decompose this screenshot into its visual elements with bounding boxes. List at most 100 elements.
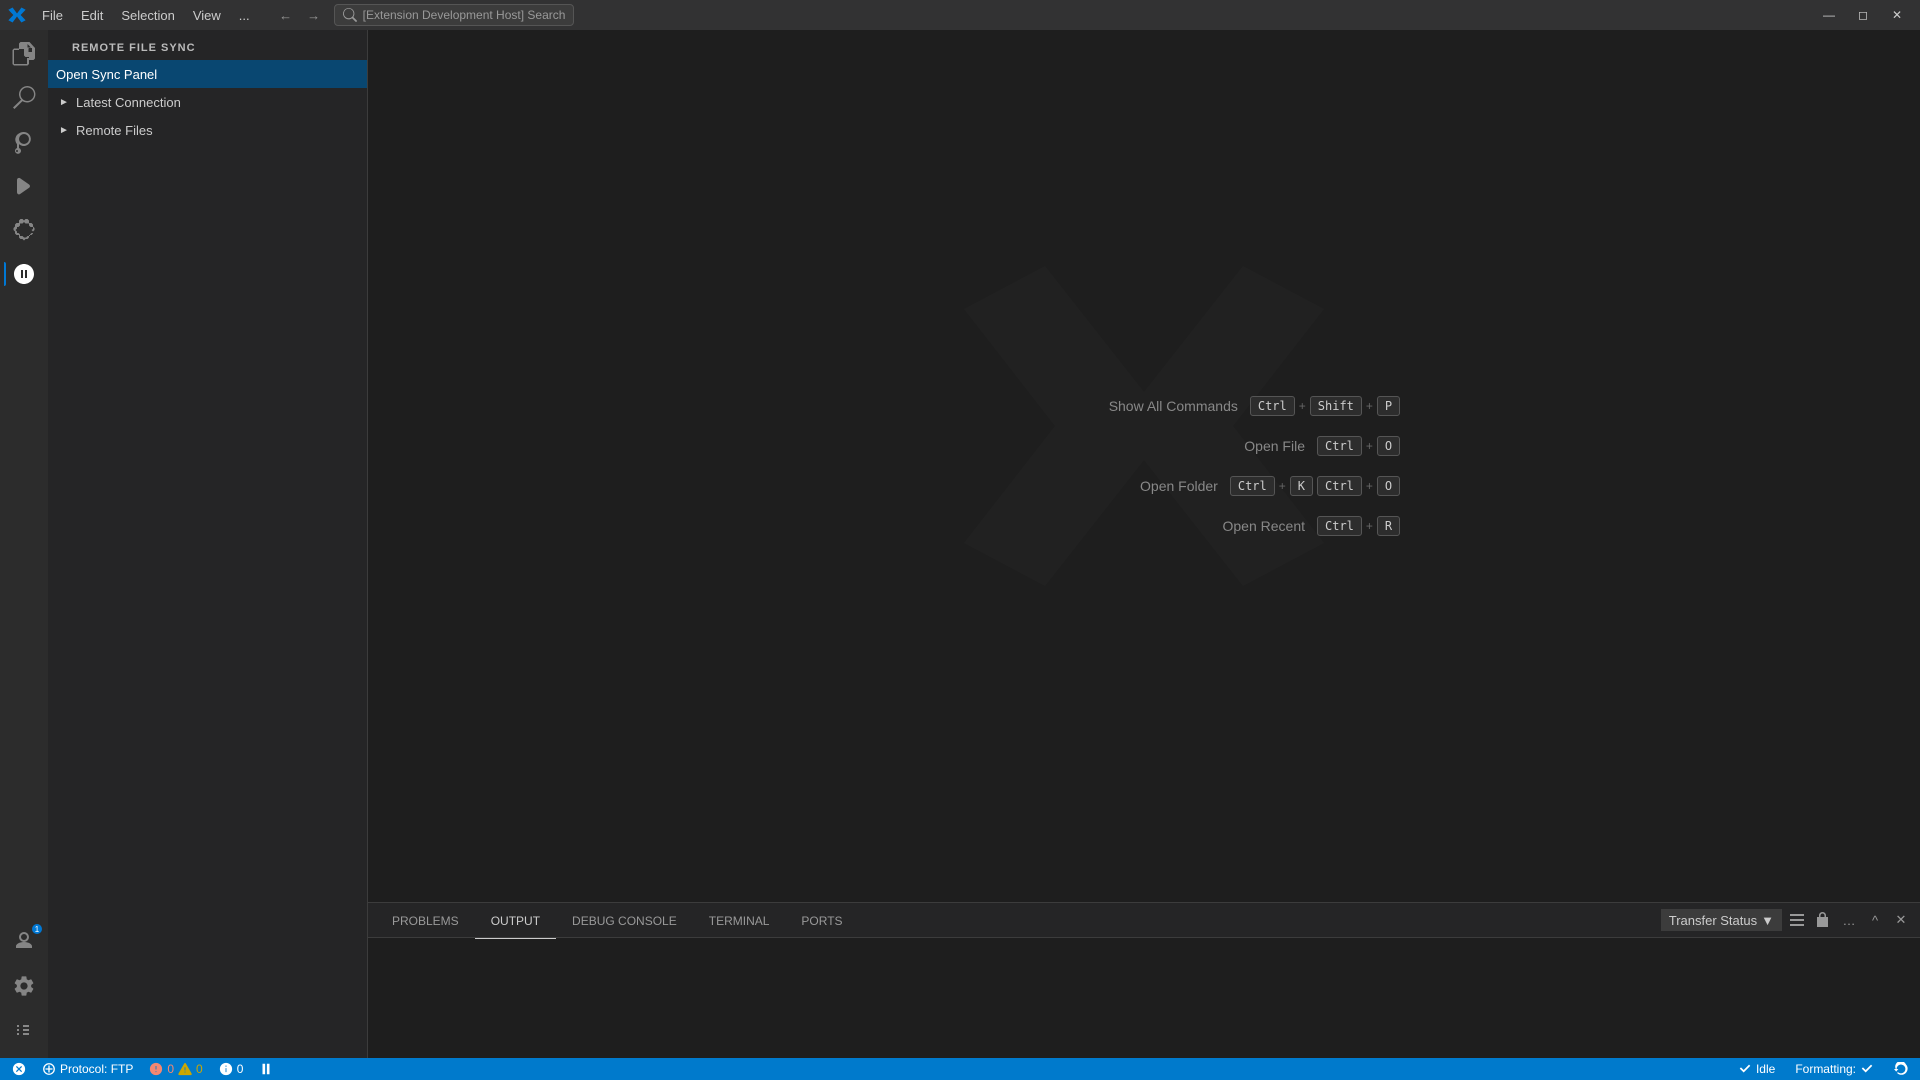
kbd-p: P: [1377, 396, 1400, 416]
kbd-k: K: [1290, 476, 1313, 496]
activity-account[interactable]: 1: [4, 922, 44, 962]
ftp-icon: [42, 1062, 56, 1076]
activity-port-forward[interactable]: [4, 1010, 44, 1050]
status-info[interactable]: 0: [215, 1058, 248, 1080]
sidebar-item-remote-files[interactable]: ► Remote Files: [48, 116, 367, 144]
files-icon: [12, 42, 36, 66]
window-controls: — ◻ ✕: [1814, 0, 1912, 30]
kbd-ctrl-1: Ctrl: [1250, 396, 1295, 416]
chevron-right-icon-2: ►: [56, 122, 72, 138]
panel-tab-ports[interactable]: PORTS: [785, 904, 858, 939]
shortcut-label-open-folder: Open Folder: [1088, 478, 1218, 494]
status-idle-label: Idle: [1756, 1062, 1775, 1076]
remote-sync-icon: [12, 262, 36, 286]
shortcut-keys-open-folder: Ctrl + K Ctrl + O: [1230, 476, 1400, 496]
kbd-o: O: [1377, 436, 1400, 456]
sidebar-item-open-sync-panel[interactable]: Open Sync Panel: [48, 60, 367, 88]
activity-source-control[interactable]: [4, 122, 44, 162]
activity-remote-sync[interactable]: [4, 254, 44, 294]
status-formatting-label: Formatting:: [1795, 1062, 1856, 1076]
shortcut-label-show-commands: Show All Commands: [1108, 398, 1238, 414]
search-icon: [343, 8, 357, 22]
panel-lock-btn[interactable]: [1812, 909, 1834, 931]
sidebar-item-latest-connection[interactable]: ► Latest Connection: [48, 88, 367, 116]
panel-area: PROBLEMS OUTPUT DEBUG CONSOLE TERMINAL P…: [368, 902, 1920, 1058]
status-x-icon-item[interactable]: [8, 1058, 30, 1080]
account-badge: 1: [32, 924, 42, 934]
main-layout: 1 REMOTE FILE SYNC Open Sync Panel ► Lat…: [0, 30, 1920, 1058]
shortcut-keys-open-file: Ctrl + O: [1317, 436, 1400, 456]
kbd-ctrl-4: Ctrl: [1317, 476, 1362, 496]
panel-list-view-btn[interactable]: [1786, 909, 1808, 931]
kbd-ctrl-3: Ctrl: [1230, 476, 1275, 496]
status-bar-right: Idle Formatting:: [1734, 1058, 1912, 1080]
status-protocol-label: Protocol: FTP: [60, 1062, 133, 1076]
sidebar-label-open-sync: Open Sync Panel: [56, 67, 359, 82]
panel-maximize-btn[interactable]: ^: [1864, 909, 1886, 931]
minimize-button[interactable]: —: [1814, 0, 1844, 30]
welcome-shortcuts: Show All Commands Ctrl + Shift + P Open …: [1088, 396, 1400, 536]
menu-file[interactable]: File: [34, 6, 71, 25]
error-count-icon: [149, 1062, 163, 1076]
editor-area: Show All Commands Ctrl + Shift + P Open …: [368, 30, 1920, 902]
activity-bar: 1: [0, 30, 48, 1058]
info-count-icon: [219, 1062, 233, 1076]
maximize-button[interactable]: ◻: [1848, 0, 1878, 30]
status-bar: Protocol: FTP 0 0 0: [0, 1058, 1920, 1080]
transfer-status-dropdown[interactable]: Transfer Status ▼: [1661, 909, 1782, 931]
shortcut-row-open-folder: Open Folder Ctrl + K Ctrl + O: [1088, 476, 1400, 496]
nav-forward[interactable]: →: [302, 3, 326, 27]
shortcut-row-open-file: Open File Ctrl + O: [1175, 436, 1400, 456]
menu-view[interactable]: View: [185, 6, 229, 25]
chevron-down-icon: ▼: [1761, 913, 1774, 928]
pause-button[interactable]: [255, 1062, 277, 1076]
kbd-o2: O: [1377, 476, 1400, 496]
warning-count: 0: [196, 1062, 203, 1076]
transfer-status-label: Transfer Status: [1669, 913, 1757, 928]
source-control-icon: [12, 130, 36, 154]
panel-tab-problems[interactable]: PROBLEMS: [376, 904, 475, 939]
shortcut-label-open-recent: Open Recent: [1175, 518, 1305, 534]
status-protocol-ftp[interactable]: Protocol: FTP: [38, 1058, 137, 1080]
search-bar[interactable]: [Extension Development Host] Search: [334, 4, 575, 26]
activity-explorer[interactable]: [4, 34, 44, 74]
run-icon: [12, 174, 36, 198]
search-icon: [12, 86, 36, 110]
status-idle[interactable]: Idle: [1734, 1058, 1779, 1080]
nav-back[interactable]: ←: [274, 3, 298, 27]
nav-buttons: ← →: [274, 3, 326, 27]
shortcut-row-open-recent: Open Recent Ctrl + R: [1175, 516, 1400, 536]
activity-bar-bottom: 1: [4, 922, 44, 1058]
info-count: 0: [237, 1062, 244, 1076]
close-button[interactable]: ✕: [1882, 0, 1912, 30]
sidebar-label-latest-connection: Latest Connection: [76, 95, 359, 110]
warning-count-icon: [178, 1062, 192, 1076]
panel-more-actions-btn[interactable]: …: [1838, 909, 1860, 931]
panel-tab-debug-console[interactable]: DEBUG CONSOLE: [556, 904, 693, 939]
panel-content: [368, 938, 1920, 1058]
pause-icon: [259, 1062, 273, 1076]
panel-tab-terminal[interactable]: TERMINAL: [693, 904, 786, 939]
status-formatting[interactable]: Formatting:: [1791, 1058, 1878, 1080]
menu-selection[interactable]: Selection: [113, 6, 182, 25]
menu-bar: File Edit Selection View ...: [34, 6, 258, 25]
panel-close-btn[interactable]: ✕: [1890, 909, 1912, 931]
status-errors[interactable]: 0 0: [145, 1058, 206, 1080]
chevron-right-icon: ►: [56, 94, 72, 110]
editor-panel-container: Show All Commands Ctrl + Shift + P Open …: [368, 30, 1920, 1058]
activity-extensions[interactable]: [4, 210, 44, 250]
menu-edit[interactable]: Edit: [73, 6, 111, 25]
menu-more[interactable]: ...: [231, 6, 258, 25]
activity-settings[interactable]: [4, 966, 44, 1006]
kbd-shift: Shift: [1310, 396, 1362, 416]
panel-tab-output[interactable]: OUTPUT: [475, 904, 556, 939]
shortcut-keys-show-commands: Ctrl + Shift + P: [1250, 396, 1400, 416]
activity-run[interactable]: [4, 166, 44, 206]
sidebar: REMOTE FILE SYNC Open Sync Panel ► Lates…: [48, 30, 368, 1058]
settings-icon: [12, 974, 36, 998]
shortcut-keys-open-recent: Ctrl + R: [1317, 516, 1400, 536]
sidebar-label-remote-files: Remote Files: [76, 123, 359, 138]
kbd-ctrl-2: Ctrl: [1317, 436, 1362, 456]
status-sync[interactable]: [1890, 1058, 1912, 1080]
activity-search[interactable]: [4, 78, 44, 118]
